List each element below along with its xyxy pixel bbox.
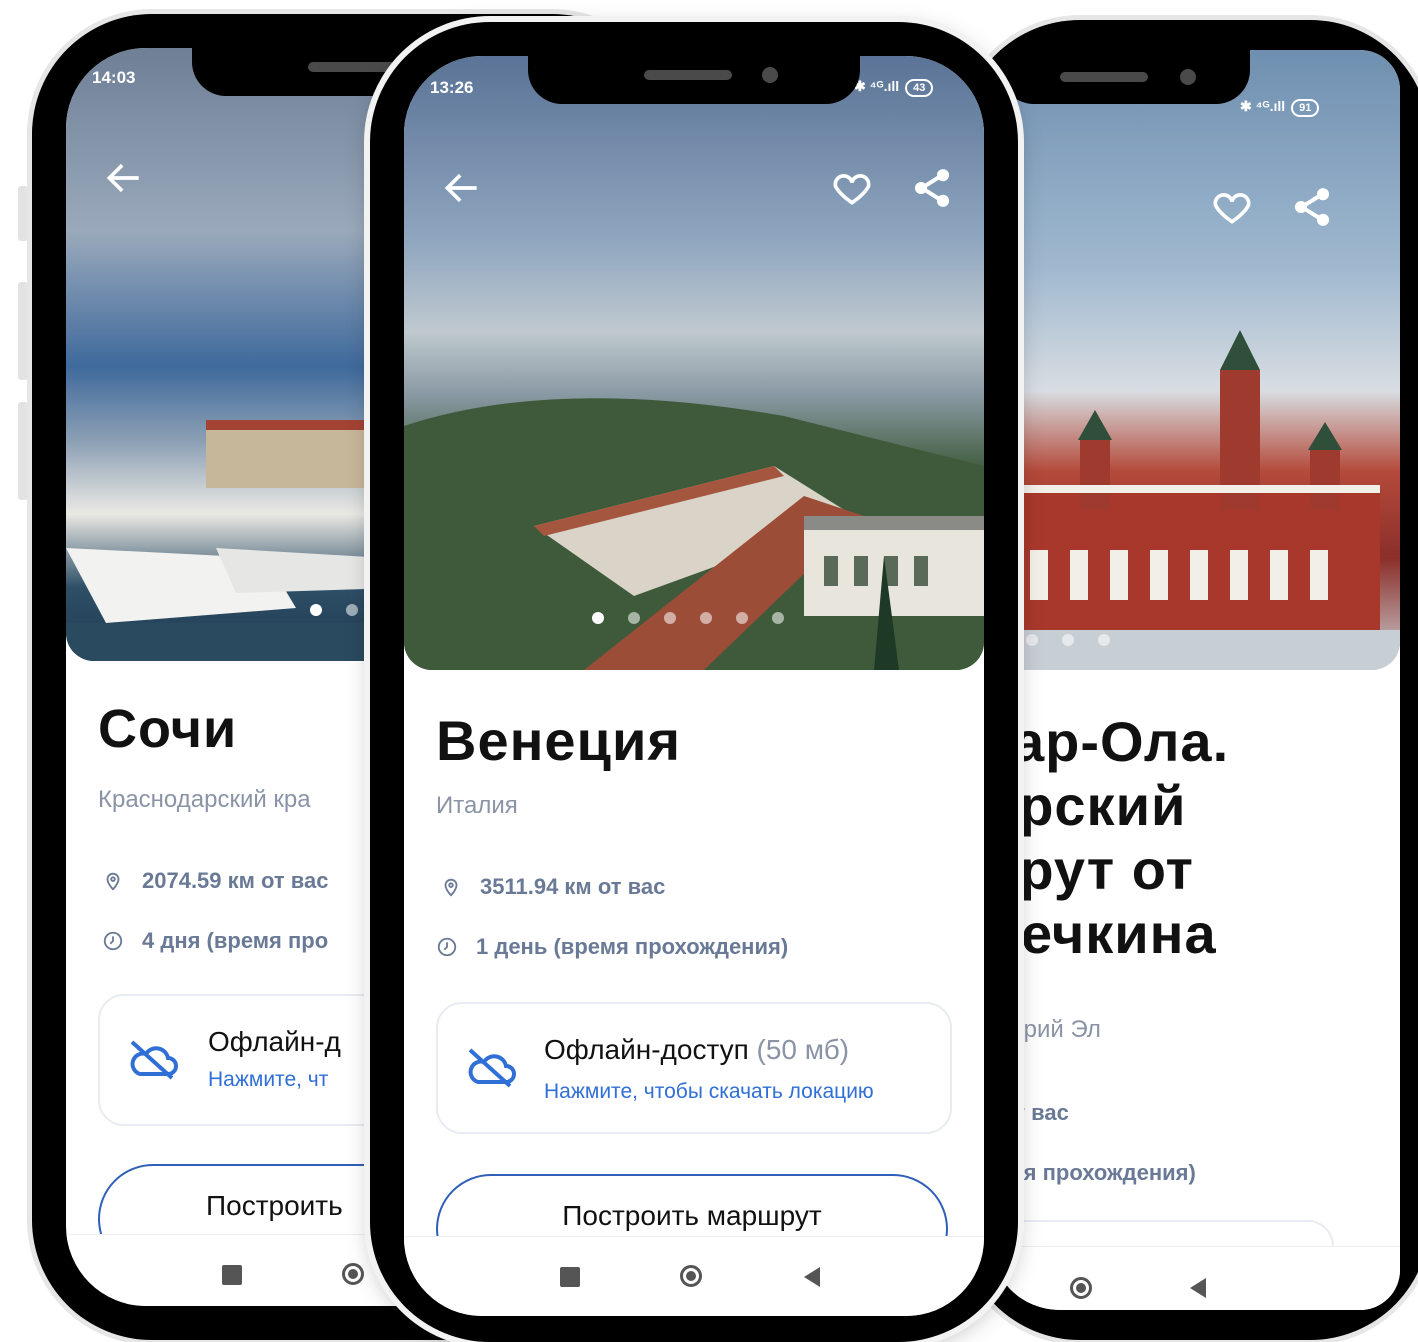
phone-center: 13:26 ✱ ⁴ᴳ.ıll 43 Венеция Италия 3511.94 … <box>370 22 1018 1342</box>
pagination-dot[interactable] <box>310 604 322 616</box>
share-icon[interactable] <box>910 166 954 210</box>
location-region: Краснодарский кра <box>98 786 311 813</box>
offline-size: (50 мб) <box>756 1034 850 1065</box>
status-time: 13:26 <box>430 78 474 97</box>
distance-row: 2074.59 км от вас <box>102 868 329 894</box>
nav-home-icon[interactable] <box>1070 1277 1092 1299</box>
pagination-dot[interactable] <box>592 612 604 624</box>
system-navbar <box>990 1246 1400 1310</box>
nav-square-icon[interactable] <box>560 1267 580 1287</box>
screen-center: 13:26 ✱ ⁴ᴳ.ıll 43 Венеция Италия 3511.94 … <box>404 56 984 1316</box>
offline-hint: Нажмите, чтобы скачать локацию <box>544 1080 874 1103</box>
offline-title-text: Офлайн-доступ <box>544 1034 749 1065</box>
title-line: ирут от <box>990 838 1194 901</box>
status-bar-right: ✱ ⁴ᴳ.ıll 43 <box>854 78 934 97</box>
pagination-dot[interactable] <box>346 604 358 616</box>
distance-text: 3511.94 км от вас <box>480 874 666 899</box>
nav-home-icon[interactable] <box>342 1263 364 1285</box>
share-icon[interactable] <box>1290 185 1334 229</box>
screen-right: ✱ ⁴ᴳ.ıll 91 кар-Ола. орский ирут от Речки… <box>990 50 1400 1310</box>
notch <box>1000 50 1250 104</box>
photo-pagination <box>310 604 358 616</box>
back-arrow-icon[interactable] <box>440 166 484 210</box>
speaker <box>308 62 396 72</box>
cloud-off-icon <box>130 1040 178 1080</box>
duration-row: 1 день (время прохождения) <box>436 934 788 960</box>
duration-text: 1 день (время прохождения) <box>476 934 789 959</box>
photo-pagination <box>592 612 784 624</box>
location-pin-icon <box>106 872 120 891</box>
distance-row: 3511.94 км от вас <box>440 874 665 900</box>
side-button <box>18 282 28 380</box>
pagination-dot[interactable] <box>1062 634 1074 646</box>
location-pin-icon <box>444 878 458 897</box>
battery-indicator: 91 <box>1291 99 1320 117</box>
offline-hint: Нажмите, чт <box>208 1068 329 1091</box>
duration-text: ремя прохождения) <box>990 1160 1196 1185</box>
side-button <box>18 402 28 500</box>
location-title: Сочи <box>98 699 238 759</box>
location-region: Италия <box>436 792 518 819</box>
duration-row: 4 дня (время про <box>102 928 328 954</box>
title-line: орский <box>990 774 1187 837</box>
title-line: кар-Ола. <box>990 710 1230 773</box>
system-navbar <box>404 1236 984 1316</box>
battery-indicator: 43 <box>905 79 934 97</box>
nav-home-icon[interactable] <box>680 1265 702 1287</box>
pagination-dot[interactable] <box>1098 634 1110 646</box>
distance-text: 2074.59 км от вас <box>142 868 329 893</box>
clock-icon <box>437 937 457 957</box>
duration-text: 4 дня (время про <box>142 928 329 953</box>
offline-access-card[interactable]: Офлайн-доступ (50 мб) Нажмите, чтобы ска… <box>436 1002 952 1134</box>
phone-right: ✱ ⁴ᴳ.ıll 91 кар-Ола. орский ирут от Речки… <box>960 20 1418 1340</box>
pagination-dot[interactable] <box>1026 634 1038 646</box>
pagination-dot[interactable] <box>664 612 676 624</box>
title-line: Речкина <box>990 902 1217 965</box>
heart-icon[interactable] <box>1210 185 1254 229</box>
pagination-dot[interactable] <box>700 612 712 624</box>
nav-square-icon[interactable] <box>222 1265 242 1285</box>
pagination-dot[interactable] <box>736 612 748 624</box>
front-camera <box>1180 69 1196 85</box>
status-bar-right: ✱ ⁴ᴳ.ıll 91 <box>1240 98 1320 117</box>
hero-photo-venice <box>404 56 984 670</box>
hero-photo-yoshkar-ola <box>990 50 1400 670</box>
cloud-off-icon <box>468 1048 516 1088</box>
front-camera <box>762 67 778 83</box>
pagination-dot[interactable] <box>772 612 784 624</box>
clock-icon <box>103 931 123 951</box>
speaker <box>644 70 732 80</box>
location-title: Венеция <box>436 709 682 772</box>
offline-title: Офлайн-доступ (50 мб) <box>544 1034 849 1066</box>
nav-back-icon[interactable] <box>1190 1278 1206 1298</box>
nav-back-icon[interactable] <box>804 1267 820 1287</box>
back-arrow-icon[interactable] <box>102 156 146 200</box>
castle-silhouette <box>990 330 1400 670</box>
status-time: 14:03 <box>92 68 136 87</box>
heart-icon[interactable] <box>830 166 874 210</box>
side-button <box>18 186 28 241</box>
speaker <box>1060 72 1148 82</box>
offline-title: Офлайн-д <box>208 1026 341 1057</box>
location-title: кар-Ола. орский ирут от Речкина <box>990 710 1229 966</box>
pagination-dot[interactable] <box>628 612 640 624</box>
notch <box>528 56 860 104</box>
